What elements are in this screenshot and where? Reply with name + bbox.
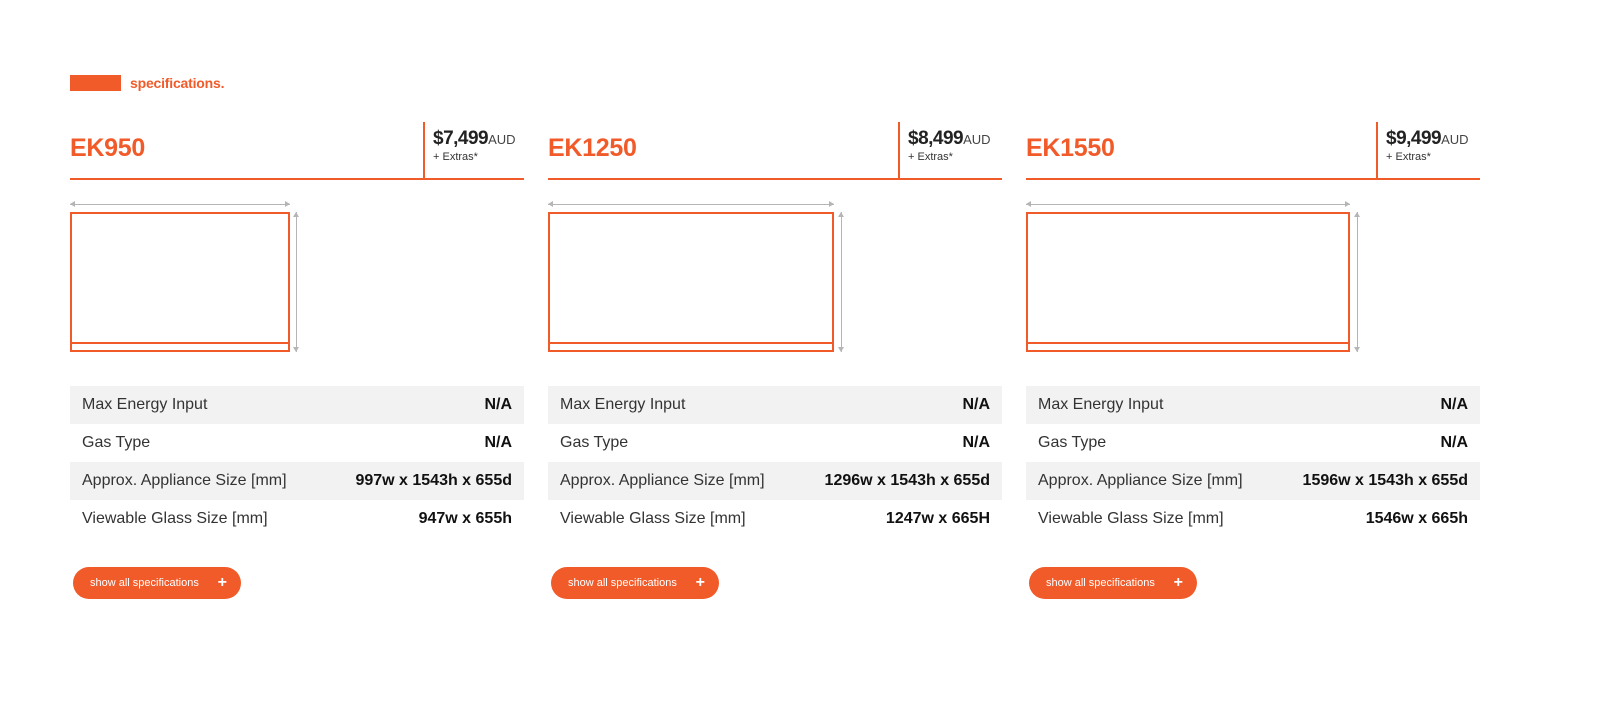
price-box: $9,499AUD + Extras* [1376,122,1478,178]
spec-row: Max Energy Input N/A [548,386,1002,424]
spec-label: Max Energy Input [82,396,208,413]
spec-label: Gas Type [560,434,629,451]
plus-icon: + [1173,574,1183,591]
spec-value: 1247w x 665H [885,510,990,527]
model-name: EK1550 [1026,134,1115,162]
extras-note: + Extras* [1386,151,1431,163]
spec-row: Viewable Glass Size [mm] 947w x 655h [70,500,524,538]
appliance-base [72,342,288,350]
appliance-base [1028,342,1348,350]
product-card-ek950: EK950 $7,499AUD + Extras* Max Energy Inp… [70,122,524,599]
plus-icon: + [695,574,705,591]
model-name: EK1250 [548,134,637,162]
spec-value: N/A [962,396,990,413]
price-box: $7,499AUD + Extras* [423,122,525,178]
model-name: EK950 [70,134,145,162]
appliance-diagram [1026,180,1480,380]
spec-label: Viewable Glass Size [mm] [82,510,268,527]
button-label: show all specifications [1046,577,1155,589]
spec-label: Gas Type [82,434,151,451]
spec-label: Viewable Glass Size [mm] [560,510,746,527]
spec-value: N/A [484,396,512,413]
product-card-ek1550: EK1550 $9,499AUD + Extras* Max Energy In… [1026,122,1480,599]
height-dimension-line [293,212,299,352]
height-dimension-line [1354,212,1360,352]
width-dimension-line [1026,201,1350,207]
price: $9,499 [1386,128,1442,149]
spec-label: Max Energy Input [560,396,686,413]
appliance-diagram [548,180,1002,380]
spec-row: Gas Type N/A [70,424,524,462]
section-header: specifications. [70,75,224,91]
spec-value: N/A [484,434,512,451]
show-all-specifications-button[interactable]: show all specifications + [73,567,241,599]
spec-label: Gas Type [1038,434,1107,451]
price-box: $8,499AUD + Extras* [898,122,1000,178]
spec-row: Approx. Appliance Size [mm] 1596w x 1543h… [1026,462,1480,500]
currency: AUD [1441,132,1469,147]
height-dimension-line [838,212,844,352]
spec-row: Max Energy Input N/A [70,386,524,424]
spec-value: 1546w x 665h [1365,510,1468,527]
spec-row: Gas Type N/A [1026,424,1480,462]
spec-value: N/A [1440,396,1468,413]
product-header: EK1550 $9,499AUD + Extras* [1026,122,1480,180]
spec-table: Max Energy Input N/A Gas Type N/A Approx. … [1026,386,1480,538]
currency: AUD [963,132,991,147]
spec-value: N/A [1440,434,1468,451]
width-dimension-line [548,201,834,207]
show-all-specifications-button[interactable]: show all specifications + [551,567,719,599]
button-label: show all specifications [90,577,199,589]
spec-row: Viewable Glass Size [mm] 1546w x 665h [1026,500,1480,538]
extras-note: + Extras* [433,151,478,163]
spec-label: Viewable Glass Size [mm] [1038,510,1224,527]
product-header: EK1250 $8,499AUD + Extras* [548,122,1002,180]
spec-value: 1596w x 1543h x 655d [1302,472,1468,489]
spec-label: Approx. Appliance Size [mm] [82,472,287,489]
spec-value: 997w x 1543h x 655d [355,472,512,489]
spec-row: Approx. Appliance Size [mm] 1296w x 1543h… [548,462,1002,500]
product-card-ek1250: EK1250 $8,499AUD + Extras* Max Energy In… [548,122,1002,599]
spec-label: Max Energy Input [1038,396,1164,413]
product-header: EK950 $7,499AUD + Extras* [70,122,524,180]
button-label: show all specifications [568,577,677,589]
show-all-specifications-button[interactable]: show all specifications + [1029,567,1197,599]
spec-row: Max Energy Input N/A [1026,386,1480,424]
spec-value: N/A [962,434,990,451]
width-dimension-line [70,201,290,207]
section-accent-bar [70,75,121,91]
appliance-outline [70,212,290,352]
spec-row: Gas Type N/A [548,424,1002,462]
price: $8,499 [908,128,964,149]
appliance-outline [548,212,834,352]
appliance-diagram [70,180,524,380]
spec-row: Approx. Appliance Size [mm] 997w x 1543h … [70,462,524,500]
extras-note: + Extras* [908,151,953,163]
spec-label: Approx. Appliance Size [mm] [1038,472,1243,489]
spec-table: Max Energy Input N/A Gas Type N/A Approx. … [548,386,1002,538]
price: $7,499 [433,128,489,149]
plus-icon: + [217,574,227,591]
spec-table: Max Energy Input N/A Gas Type N/A Approx. … [70,386,524,538]
section-title: specifications. [130,75,225,91]
spec-value: 1296w x 1543h x 655d [824,472,990,489]
spec-row: Viewable Glass Size [mm] 1247w x 665H [548,500,1002,538]
spec-label: Approx. Appliance Size [mm] [560,472,765,489]
appliance-outline [1026,212,1350,352]
currency: AUD [488,132,516,147]
spec-value: 947w x 655h [418,510,512,527]
appliance-base [550,342,832,350]
